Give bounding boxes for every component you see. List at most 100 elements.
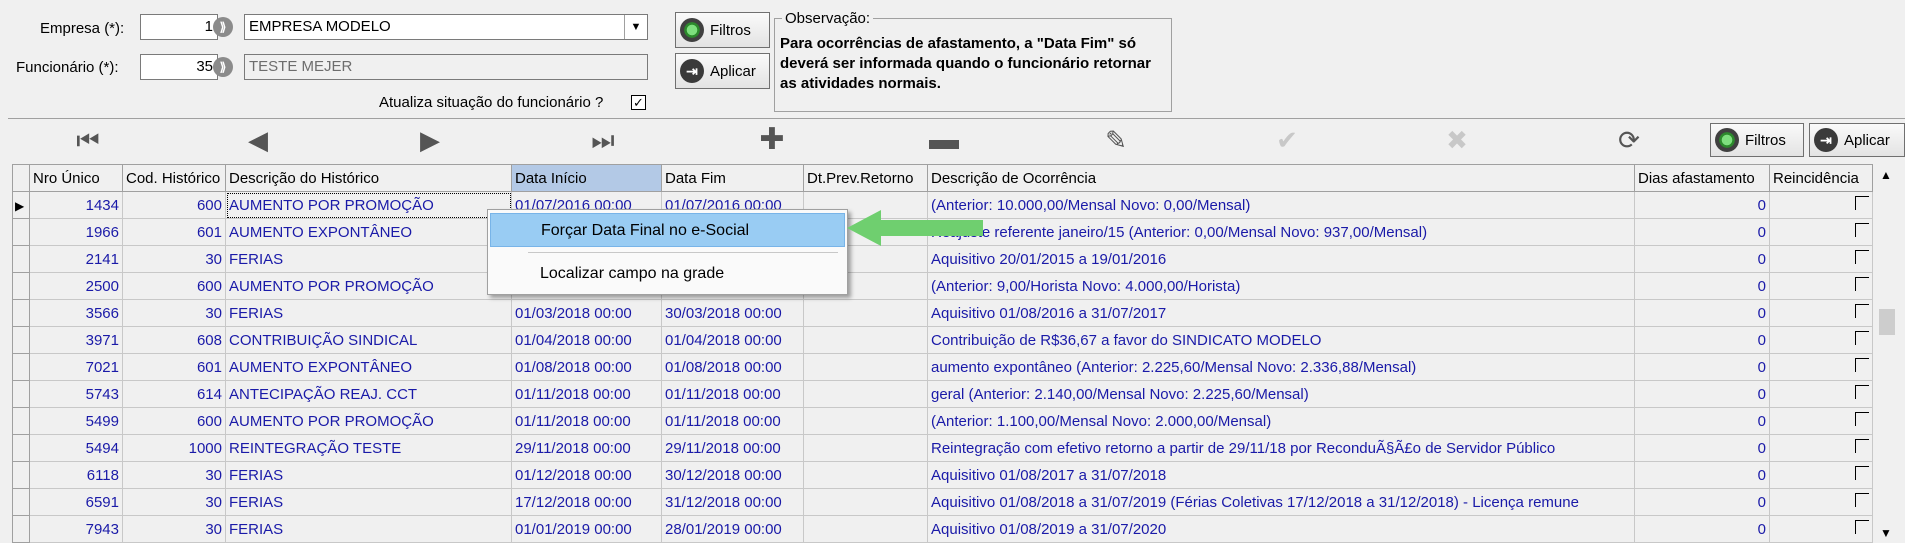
cell-nro-unico[interactable]: 3566 — [29, 299, 123, 327]
cell-dt-prev-retorno[interactable] — [803, 326, 928, 354]
cell-data-fim[interactable]: 30/03/2018 00:00 — [661, 299, 804, 327]
empresa-code-input[interactable]: 1 — [140, 14, 218, 40]
cell-reincidencia[interactable] — [1769, 299, 1873, 327]
menu-item-localizar-campo[interactable]: Localizar campo na grade — [490, 257, 845, 291]
cell-dt-prev-retorno[interactable] — [803, 407, 928, 435]
empresa-lookup-icon[interactable]: ⟫ — [213, 17, 233, 37]
cell-reincidencia[interactable] — [1769, 434, 1873, 462]
vertical-scrollbar[interactable]: ▲ ▼ — [1876, 164, 1898, 542]
cell-cod-historico[interactable]: 600 — [122, 407, 226, 435]
cell-descricao-historico[interactable]: CONTRIBUIÇÃO SINDICAL — [225, 326, 512, 354]
cell-reincidencia[interactable] — [1769, 380, 1873, 408]
aplicar-button[interactable]: ⇥ Aplicar — [675, 53, 770, 89]
cell-descricao-ocorrencia[interactable]: Reintegração com efetivo retorno a parti… — [927, 434, 1635, 462]
cell-dt-prev-retorno[interactable] — [803, 488, 928, 516]
table-row[interactable]: 2500 600 AUMENTO POR PROMOÇÃO (Anterior: 9… — [12, 272, 1873, 300]
col-cod-historico[interactable]: Cod. Histórico — [122, 164, 226, 192]
cell-dias-afastamento[interactable]: 0 — [1634, 380, 1770, 408]
cell-dt-prev-retorno[interactable] — [803, 353, 928, 381]
col-dias-afastamento[interactable]: Dias afastamento — [1634, 164, 1770, 192]
reincidencia-checkbox[interactable] — [1855, 223, 1869, 237]
cell-descricao-ocorrencia[interactable]: (Anterior: 10.000,00/Mensal Novo: 0,00/M… — [927, 191, 1635, 219]
cell-descricao-historico[interactable]: FERIAS — [225, 461, 512, 489]
cell-descricao-ocorrencia[interactable]: Contribuição de R$36,67 a favor do SINDI… — [927, 326, 1635, 354]
reincidencia-checkbox[interactable] — [1855, 520, 1869, 534]
cell-data-fim[interactable]: 31/12/2018 00:00 — [661, 488, 804, 516]
cell-nro-unico[interactable]: 2141 — [29, 245, 123, 273]
cell-cod-historico[interactable]: 30 — [122, 461, 226, 489]
chevron-down-icon[interactable]: ▼ — [624, 15, 647, 39]
cell-nro-unico[interactable]: 6591 — [29, 488, 123, 516]
cell-descricao-ocorrencia[interactable]: (Anterior: 1.100,00/Mensal Novo: 2.000,0… — [927, 407, 1635, 435]
cell-data-inicio[interactable]: 01/04/2018 00:00 — [511, 326, 662, 354]
cell-descricao-historico[interactable]: FERIAS — [225, 299, 512, 327]
cell-dt-prev-retorno[interactable] — [803, 380, 928, 408]
col-dt-prev-retorno[interactable]: Dt.Prev.Retorno — [803, 164, 928, 192]
cell-data-fim[interactable]: 01/08/2018 00:00 — [661, 353, 804, 381]
reincidencia-checkbox[interactable] — [1855, 439, 1869, 453]
filtros-button[interactable]: Filtros — [675, 12, 770, 48]
cell-nro-unico[interactable]: 7021 — [29, 353, 123, 381]
cell-nro-unico[interactable]: 5494 — [29, 434, 123, 462]
col-descricao-ocorrencia[interactable]: Descrição de Ocorrência — [927, 164, 1635, 192]
cell-nro-unico[interactable]: 1434 — [29, 191, 123, 219]
cell-dias-afastamento[interactable]: 0 — [1634, 191, 1770, 219]
next-record-icon[interactable]: ▶ — [412, 127, 448, 153]
cell-descricao-historico[interactable]: FERIAS — [225, 245, 512, 273]
scroll-up-icon[interactable]: ▲ — [1880, 168, 1892, 182]
cancel-icon[interactable]: ✖ — [1439, 127, 1475, 153]
atualiza-checkbox[interactable]: ✓ — [631, 95, 646, 110]
cell-descricao-ocorrencia[interactable]: Aquisitivo 01/08/2018 a 31/07/2019 (Féri… — [927, 488, 1635, 516]
cell-dias-afastamento[interactable]: 0 — [1634, 299, 1770, 327]
cell-data-fim[interactable]: 01/11/2018 00:00 — [661, 407, 804, 435]
table-row[interactable]: 7943 30 FERIAS 01/01/2019 00:00 28/01/2019 0… — [12, 515, 1873, 543]
table-row[interactable]: 6118 30 FERIAS 01/12/2018 00:00 30/12/2018 0… — [12, 461, 1873, 489]
cell-descricao-historico[interactable]: AUMENTO POR PROMOÇÃO — [225, 407, 512, 435]
cell-dias-afastamento[interactable]: 0 — [1634, 461, 1770, 489]
scrollbar-thumb[interactable] — [1879, 309, 1895, 335]
cell-descricao-historico[interactable]: AUMENTO EXPONTÂNEO — [225, 218, 512, 246]
cell-data-inicio[interactable]: 01/01/2019 00:00 — [511, 515, 662, 543]
cell-descricao-ocorrencia[interactable]: geral (Anterior: 2.140,00/Mensal Novo: 2… — [927, 380, 1635, 408]
reincidencia-checkbox[interactable] — [1855, 196, 1869, 210]
cell-descricao-historico[interactable]: AUMENTO POR PROMOÇÃO — [225, 191, 512, 219]
refresh-icon[interactable]: ⟳ — [1611, 127, 1647, 153]
funcionario-lookup-icon[interactable]: ⟫ — [213, 57, 233, 77]
cell-dias-afastamento[interactable]: 0 — [1634, 515, 1770, 543]
cell-descricao-historico[interactable]: AUMENTO EXPONTÂNEO — [225, 353, 512, 381]
col-descricao-historico[interactable]: Descrição do Histórico — [225, 164, 512, 192]
toolbar-aplicar-button[interactable]: ⇥ Aplicar — [1809, 123, 1905, 157]
cell-reincidencia[interactable] — [1769, 272, 1873, 300]
col-data-inicio[interactable]: Data Início — [511, 164, 662, 192]
cell-reincidencia[interactable] — [1769, 353, 1873, 381]
cell-reincidencia[interactable] — [1769, 488, 1873, 516]
menu-item-forcar-data-final[interactable]: Forçar Data Final no e-Social — [490, 213, 845, 247]
cell-descricao-historico[interactable]: ANTECIPAÇÃO REAJ. CCT — [225, 380, 512, 408]
toolbar-filtros-button[interactable]: Filtros — [1710, 123, 1804, 157]
cell-reincidencia[interactable] — [1769, 191, 1873, 219]
cell-data-fim[interactable]: 01/11/2018 00:00 — [661, 380, 804, 408]
table-row[interactable]: 5743 614 ANTECIPAÇÃO REAJ. CCT 01/11/2018 0… — [12, 380, 1873, 408]
cell-nro-unico[interactable]: 7943 — [29, 515, 123, 543]
cell-dias-afastamento[interactable]: 0 — [1634, 434, 1770, 462]
cell-nro-unico[interactable]: 5743 — [29, 380, 123, 408]
cell-dias-afastamento[interactable]: 0 — [1634, 245, 1770, 273]
cell-nro-unico[interactable]: 6118 — [29, 461, 123, 489]
cell-dt-prev-retorno[interactable] — [803, 299, 928, 327]
cell-dias-afastamento[interactable]: 0 — [1634, 326, 1770, 354]
reincidencia-checkbox[interactable] — [1855, 304, 1869, 318]
post-icon[interactable]: ✔ — [1269, 127, 1305, 153]
cell-cod-historico[interactable]: 1000 — [122, 434, 226, 462]
cell-descricao-historico[interactable]: AUMENTO POR PROMOÇÃO — [225, 272, 512, 300]
cell-reincidencia[interactable] — [1769, 245, 1873, 273]
cell-cod-historico[interactable]: 608 — [122, 326, 226, 354]
cell-data-fim[interactable]: 28/01/2019 00:00 — [661, 515, 804, 543]
cell-dias-afastamento[interactable]: 0 — [1634, 488, 1770, 516]
first-record-icon[interactable]: ⏮ — [70, 127, 106, 153]
table-row[interactable]: 3566 30 FERIAS 01/03/2018 00:00 30/03/2018 0… — [12, 299, 1873, 327]
cell-dt-prev-retorno[interactable] — [803, 434, 928, 462]
cell-descricao-ocorrencia[interactable]: Aquisitivo 01/08/2019 a 31/07/2020 — [927, 515, 1635, 543]
reincidencia-checkbox[interactable] — [1855, 277, 1869, 291]
cell-reincidencia[interactable] — [1769, 218, 1873, 246]
table-row[interactable]: 6591 30 FERIAS 17/12/2018 00:00 31/12/2018 0… — [12, 488, 1873, 516]
